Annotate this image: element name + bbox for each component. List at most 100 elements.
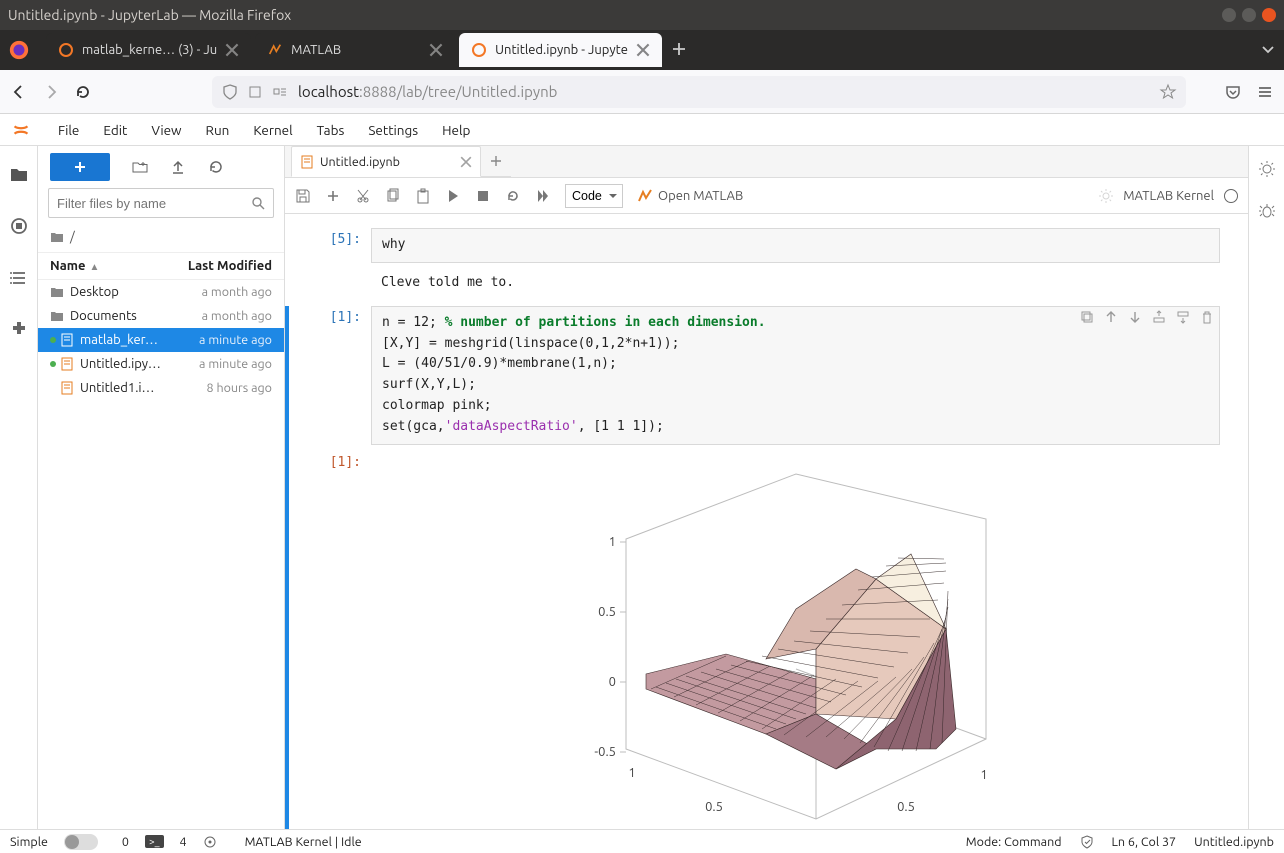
- debugger-icon[interactable]: [1258, 202, 1276, 220]
- new-tab-button[interactable]: [666, 36, 692, 65]
- filter-input[interactable]: [48, 188, 274, 218]
- bookmark-star-icon[interactable]: [1160, 84, 1176, 100]
- copy-icon[interactable]: [385, 188, 401, 204]
- code-input[interactable]: why: [371, 228, 1220, 263]
- status-zero: 0: [122, 835, 129, 849]
- code-cell[interactable]: [5]: why: [299, 228, 1220, 263]
- code-input[interactable]: n = 12; % number of partitions in each d…: [371, 306, 1220, 445]
- trust-icon[interactable]: [1080, 835, 1094, 849]
- forward-button[interactable]: [42, 83, 60, 101]
- tab-overflow-button[interactable]: [1260, 41, 1276, 60]
- jupyter-icon: [58, 42, 74, 58]
- running-icon[interactable]: [9, 216, 29, 236]
- save-icon[interactable]: [295, 188, 311, 204]
- url-bar[interactable]: localhost:8888/lab/tree/Untitled.ipynb: [212, 76, 1186, 108]
- app-menu-icon[interactable]: [1256, 83, 1274, 101]
- notebook-icon: [60, 357, 74, 371]
- run-icon[interactable]: [445, 188, 461, 204]
- toc-icon[interactable]: [9, 268, 29, 288]
- insert-above-icon[interactable]: [1152, 310, 1166, 324]
- terminal-icon[interactable]: >_: [145, 835, 164, 848]
- new-folder-icon[interactable]: [132, 159, 148, 175]
- svg-text:1: 1: [608, 535, 615, 549]
- browser-tab[interactable]: MATLAB: [255, 33, 455, 67]
- menu-view[interactable]: View: [139, 116, 193, 144]
- file-row-selected[interactable]: matlab_ker… a minute ago: [38, 328, 284, 352]
- menu-run[interactable]: Run: [194, 116, 242, 144]
- restart-icon[interactable]: [505, 188, 521, 204]
- surface-plot: 1 0.5 0 -0.5: [516, 459, 1076, 829]
- doc-tabs: Untitled.ipynb: [285, 146, 1248, 178]
- notebook-toolbar: Code Open MATLAB MATLAB Kernel: [285, 178, 1248, 214]
- menu-kernel[interactable]: Kernel: [241, 116, 304, 144]
- move-up-icon[interactable]: [1104, 310, 1118, 324]
- notebook-panel: Untitled.ipynb Code Open MATLAB: [285, 146, 1248, 829]
- close-icon[interactable]: [636, 43, 650, 57]
- close-icon[interactable]: [460, 156, 472, 168]
- menu-edit[interactable]: Edit: [91, 116, 139, 144]
- menu-file[interactable]: File: [46, 116, 91, 144]
- upload-icon[interactable]: [170, 159, 186, 175]
- property-inspector-icon[interactable]: [1258, 160, 1276, 178]
- paste-icon[interactable]: [415, 188, 431, 204]
- add-tab-button[interactable]: [481, 146, 511, 177]
- refresh-icon[interactable]: [208, 159, 224, 175]
- kernel-name[interactable]: MATLAB Kernel: [1123, 189, 1214, 203]
- jupyter-logo-icon: [10, 119, 32, 141]
- file-row[interactable]: Untitled.ipy… a minute ago: [38, 352, 284, 376]
- stop-icon[interactable]: [475, 188, 491, 204]
- status-bar: Simple 0 >_ 4 MATLAB Kernel | Idle Mode:…: [0, 829, 1284, 853]
- matlab-icon: [267, 42, 283, 58]
- col-modified[interactable]: Last Modified: [188, 259, 272, 273]
- kernel-status: MATLAB Kernel | Idle: [245, 835, 362, 849]
- open-matlab-button[interactable]: Open MATLAB: [637, 188, 743, 204]
- breadcrumb[interactable]: /: [38, 226, 284, 252]
- duplicate-icon[interactable]: [1080, 310, 1094, 324]
- simple-label: Simple: [10, 835, 48, 849]
- filter-field[interactable]: [57, 196, 251, 211]
- folder-icon: [50, 230, 64, 244]
- maximize-button[interactable]: [1242, 8, 1256, 22]
- folder-icon[interactable]: [9, 164, 29, 184]
- pocket-icon[interactable]: [1224, 83, 1242, 101]
- close-window-button[interactable]: [1262, 8, 1276, 22]
- menu-tabs[interactable]: Tabs: [305, 116, 357, 144]
- lsp-icon[interactable]: [203, 835, 217, 849]
- file-row[interactable]: Desktop a month ago: [38, 280, 284, 304]
- delete-icon[interactable]: [1200, 310, 1214, 324]
- file-row[interactable]: Untitled1.i… 8 hours ago: [38, 376, 284, 400]
- kernel-status-icon: [1224, 189, 1238, 203]
- output-prompt: [1]:: [299, 451, 371, 829]
- col-name[interactable]: Name▲: [50, 259, 99, 273]
- cut-icon[interactable]: [355, 188, 371, 204]
- code-cell-selected[interactable]: [1]: n = 12; % number of partitions in e…: [299, 306, 1220, 445]
- browser-tabstrip: matlab_kerne… (3) - Ju MATLAB Untitled.i…: [0, 30, 1284, 70]
- doc-tab[interactable]: Untitled.ipynb: [291, 146, 481, 177]
- reload-button[interactable]: [74, 83, 92, 101]
- celltype-select[interactable]: Code: [565, 184, 623, 208]
- notebook-body[interactable]: [5]: why Cleve told me to. [1]:: [285, 214, 1248, 829]
- insert-below-icon[interactable]: [1176, 310, 1190, 324]
- folder-icon: [50, 309, 64, 323]
- menu-help[interactable]: Help: [430, 116, 482, 144]
- svg-text:-0.5: -0.5: [594, 745, 616, 759]
- extensions-icon[interactable]: [9, 320, 29, 340]
- gear-icon[interactable]: [1099, 189, 1113, 203]
- back-button[interactable]: [10, 83, 28, 101]
- close-icon[interactable]: [429, 43, 443, 57]
- add-cell-icon[interactable]: [325, 188, 341, 204]
- input-prompt: [1]:: [299, 306, 371, 445]
- move-down-icon[interactable]: [1128, 310, 1142, 324]
- close-icon[interactable]: [225, 43, 239, 57]
- simple-toggle[interactable]: [64, 834, 98, 850]
- menu-settings[interactable]: Settings: [356, 116, 430, 144]
- notebook-icon: [300, 155, 314, 169]
- output-area: Cleve told me to.: [299, 269, 1220, 300]
- new-launcher-button[interactable]: [50, 153, 110, 181]
- browser-tab-active[interactable]: Untitled.ipynb - Jupyte: [459, 33, 662, 67]
- browser-tab[interactable]: matlab_kerne… (3) - Ju: [46, 33, 251, 67]
- minimize-button[interactable]: [1222, 8, 1236, 22]
- run-all-icon[interactable]: [535, 188, 551, 204]
- file-row[interactable]: Documents a month ago: [38, 304, 284, 328]
- input-prompt: [5]:: [299, 228, 371, 263]
